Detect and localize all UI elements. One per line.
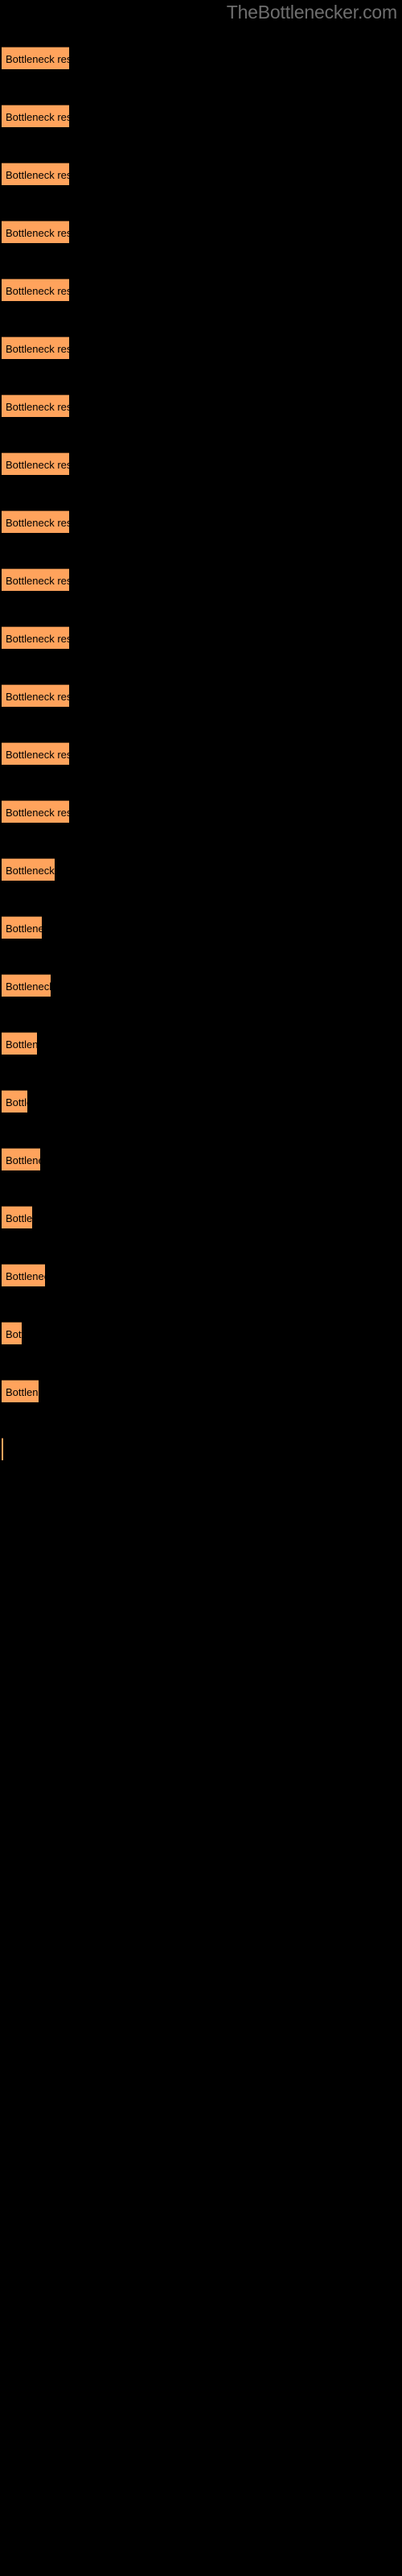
bar-row: Bottleneck result	[0, 221, 402, 243]
bar-series-layer: Bottleneck result Bottleneck result Bottle…	[0, 0, 402, 2576]
bar-label: Bottleneck result	[6, 1096, 27, 1108]
bar-row: Bottleneck result	[0, 974, 402, 997]
bar-label: Bottleneck result	[6, 111, 69, 123]
bar-label: Bottleneck result	[6, 1038, 37, 1051]
bar-label: Bottleneck result	[6, 343, 69, 355]
bar-row: Bottleneck result	[0, 163, 402, 185]
bar-label: Bottleneck result	[6, 807, 69, 819]
bar-label: Bottleneck result	[6, 1328, 22, 1340]
bar-rect[interactable]: Bottleneck result	[2, 1032, 37, 1055]
bar-label: Bottleneck result	[6, 980, 51, 993]
bar-rect[interactable]: Bottleneck result	[2, 1148, 40, 1170]
bar-label: Bottleneck result	[6, 691, 69, 703]
bar-rect[interactable]: Bottleneck result	[2, 1206, 32, 1228]
bar-label: Bottleneck result	[6, 169, 69, 181]
bar-rect[interactable]: Bottleneck result	[2, 1380, 39, 1402]
bar-row: Bottleneck result	[0, 452, 402, 475]
bar-rect[interactable]: Bottleneck result	[2, 221, 69, 243]
bar-rect[interactable]: Bottleneck result	[2, 626, 69, 649]
bar-rect[interactable]: Bottleneck result	[2, 1438, 3, 1460]
bar-rect[interactable]: Bottleneck result	[2, 510, 69, 533]
bar-rect[interactable]: Bottleneck result	[2, 1264, 45, 1286]
bar-rect[interactable]: Bottleneck result	[2, 916, 42, 939]
bar-rect[interactable]: Bottleneck result	[2, 452, 69, 475]
bar-label: Bottleneck result	[6, 575, 69, 587]
bar-rect[interactable]: Bottleneck result	[2, 105, 69, 127]
bar-rect[interactable]: Bottleneck result	[2, 1322, 22, 1344]
bar-row: Bottleneck result	[0, 336, 402, 359]
bar-row: Bottleneck result	[0, 1322, 402, 1344]
bar-row: Bottleneck result	[0, 1438, 402, 1460]
bar-row: Bottleneck result	[0, 916, 402, 939]
bar-row: Bottleneck result	[0, 1264, 402, 1286]
bar-label: Bottleneck result	[6, 53, 69, 65]
bar-rect[interactable]: Bottleneck result	[2, 684, 69, 707]
bar-label: Bottleneck result	[6, 459, 69, 471]
bar-label: Bottleneck result	[6, 1386, 39, 1398]
bar-rect[interactable]: Bottleneck result	[2, 800, 69, 823]
bar-row: Bottleneck result	[0, 510, 402, 533]
bar-row: Bottleneck result	[0, 800, 402, 823]
bar-rect[interactable]: Bottleneck result	[2, 279, 69, 301]
bar-rect[interactable]: Bottleneck result	[2, 47, 69, 69]
bar-row: Bottleneck result	[0, 858, 402, 881]
bar-label: Bottleneck result	[6, 1154, 40, 1166]
bar-row: Bottleneck result	[0, 1206, 402, 1228]
bar-row: Bottleneck result	[0, 742, 402, 765]
bar-row: Bottleneck result	[0, 105, 402, 127]
bottleneck-bar-chart: TheBottlenecker.com Bottleneck resultBot…	[0, 0, 402, 2576]
bar-label: Bottleneck result	[6, 227, 69, 239]
bar-row: Bottleneck result	[0, 626, 402, 649]
bar-row: Bottleneck result	[0, 279, 402, 301]
bar-row: Bottleneck result	[0, 1032, 402, 1055]
bar-label: Bottleneck result	[6, 285, 69, 297]
bar-rect[interactable]: Bottleneck result	[2, 394, 69, 417]
bar-label: Bottleneck result	[6, 517, 69, 529]
bar-label: Bottleneck result	[6, 749, 69, 761]
bar-rect[interactable]: Bottleneck result	[2, 858, 55, 881]
bar-label: Bottleneck result	[6, 633, 69, 645]
bar-label: Bottleneck result	[6, 1212, 32, 1224]
bar-label: Bottleneck result	[6, 401, 69, 413]
bar-row: Bottleneck result	[0, 394, 402, 417]
bar-rect[interactable]: Bottleneck result	[2, 974, 51, 997]
bar-row: Bottleneck result	[0, 1148, 402, 1170]
bar-rect[interactable]: Bottleneck result	[2, 568, 69, 591]
bar-label: Bottleneck result	[6, 1270, 45, 1282]
bar-rect[interactable]: Bottleneck result	[2, 163, 69, 185]
bar-rect[interactable]: Bottleneck result	[2, 742, 69, 765]
bar-rect[interactable]: Bottleneck result	[2, 336, 69, 359]
bar-rect[interactable]: Bottleneck result	[2, 1090, 27, 1113]
bar-row: Bottleneck result	[0, 1380, 402, 1402]
bar-row: Bottleneck result	[0, 568, 402, 591]
bar-row: Bottleneck result	[0, 1090, 402, 1113]
bar-row: Bottleneck result	[0, 684, 402, 707]
bar-row: Bottleneck result	[0, 47, 402, 69]
bar-label: Bottleneck result	[6, 923, 42, 935]
bar-label: Bottleneck result	[6, 865, 55, 877]
